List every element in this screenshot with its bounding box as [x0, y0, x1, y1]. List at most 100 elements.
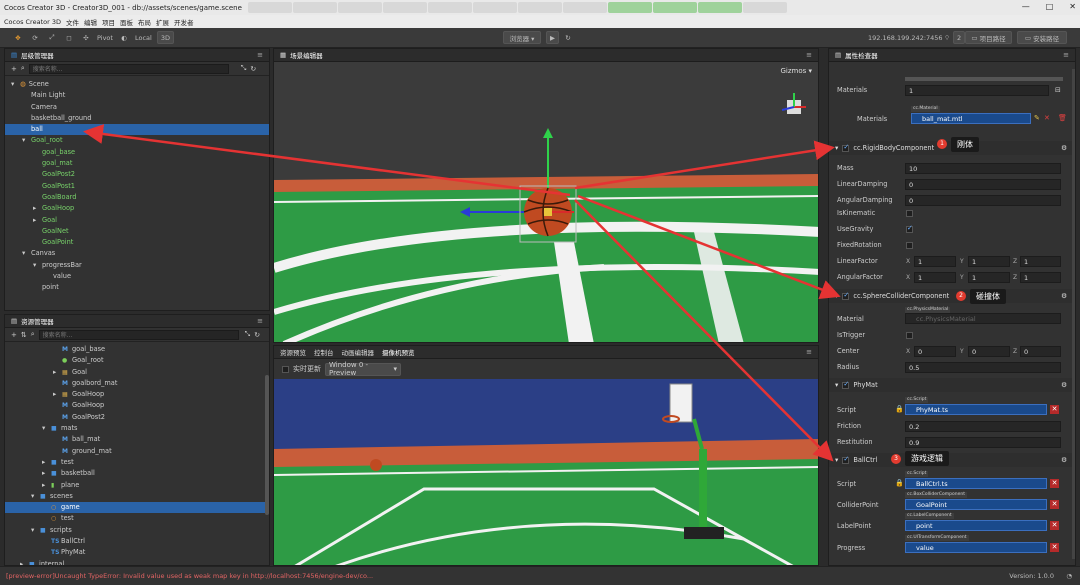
- gear-icon[interactable]: ⚙: [1061, 381, 1067, 389]
- angularfactor-y[interactable]: 1: [968, 272, 1010, 283]
- tree-node-row[interactable]: basketball_ground: [5, 113, 269, 124]
- rotate-tool-icon[interactable]: ⟳: [29, 31, 41, 44]
- istrigger-checkbox[interactable]: [906, 332, 913, 339]
- asset-item-row[interactable]: ○ game: [5, 502, 269, 514]
- asset-item-row[interactable]: TS PhyMat: [5, 547, 269, 558]
- local-toggle[interactable]: Local: [135, 34, 152, 42]
- asset-item-row[interactable]: ▾ ■ mats: [5, 423, 269, 434]
- assets-scrollbar[interactable]: [265, 375, 269, 515]
- asset-item-row[interactable]: M GoalHoop: [5, 400, 269, 411]
- center-x[interactable]: 0: [914, 346, 956, 357]
- angularfactor-x[interactable]: 1: [914, 272, 956, 283]
- notification-icon[interactable]: ◔: [1066, 572, 1072, 580]
- refresh-icon[interactable]: ↻: [250, 65, 256, 73]
- scale-tool-icon[interactable]: ⤢: [46, 31, 58, 44]
- tree-arrow-icon[interactable]: ▾: [42, 423, 51, 434]
- tree-node-row[interactable]: value: [5, 271, 269, 282]
- remove-icon[interactable]: ✕: [1050, 500, 1059, 509]
- close-button[interactable]: ✕: [1069, 2, 1076, 11]
- remove-icon[interactable]: ✕: [1044, 114, 1050, 122]
- collapse-icon[interactable]: ⤡: [241, 64, 247, 73]
- panel-menu-icon[interactable]: ≡: [806, 348, 812, 356]
- project-path-button[interactable]: ▭ 项目路径: [965, 31, 1012, 44]
- minimize-button[interactable]: —: [1022, 2, 1030, 11]
- pivot-toggle[interactable]: Pivot: [97, 34, 113, 42]
- panel-menu-icon[interactable]: ≡: [257, 51, 263, 59]
- physics-material-field[interactable]: cc.PhysicsMaterial: [905, 313, 1061, 324]
- tree-arrow-icon[interactable]: ▾: [33, 260, 42, 271]
- chevron-down-icon[interactable]: ▾: [835, 381, 838, 389]
- tree-arrow-icon[interactable]: ▾: [31, 525, 40, 536]
- asset-item-row[interactable]: ▸ ■ internal: [5, 559, 269, 565]
- menu-developer[interactable]: 开发者: [174, 17, 194, 27]
- collapse-icon[interactable]: ⤡: [245, 330, 251, 339]
- menu-layout[interactable]: 布局: [138, 17, 151, 27]
- tree-node-row[interactable]: Camera: [5, 102, 269, 113]
- progress-field[interactable]: value: [905, 542, 1047, 553]
- tab-camera-preview[interactable]: 摄像机预览: [382, 347, 415, 357]
- asset-item-row[interactable]: Mball_mat: [5, 434, 269, 445]
- pivot-icon[interactable]: ✣: [80, 31, 92, 44]
- play-icon[interactable]: ▶: [546, 31, 559, 44]
- refresh-icon[interactable]: ↻: [254, 331, 260, 339]
- tree-node-row[interactable]: ▾ ◍ Scene: [5, 79, 269, 90]
- tab-placeholder[interactable]: [337, 2, 382, 13]
- restitution-field[interactable]: 0.9: [905, 437, 1061, 448]
- remove-icon[interactable]: ✕: [1050, 543, 1059, 552]
- tree-node-row[interactable]: ▸ GoalHoop: [5, 203, 269, 214]
- radius-field[interactable]: 0.5: [905, 362, 1061, 373]
- remove-icon[interactable]: ✕: [1050, 479, 1059, 488]
- angularfactor-z[interactable]: 1: [1020, 272, 1061, 283]
- tab-animation-editor[interactable]: 动画编辑器: [342, 347, 375, 357]
- gear-icon[interactable]: ⚙: [1061, 292, 1067, 300]
- list-icon[interactable]: ⊟: [1055, 86, 1061, 94]
- tab-placeholder[interactable]: [562, 2, 607, 13]
- assets-search-input[interactable]: 搜索名称...: [38, 329, 239, 340]
- menu-extension[interactable]: 扩展: [156, 17, 169, 27]
- tree-node-row[interactable]: ▾ progressBar: [5, 260, 269, 271]
- tab-placeholder[interactable]: [652, 2, 697, 13]
- chevron-down-icon[interactable]: ▾: [835, 456, 838, 464]
- asset-item-row[interactable]: Mground_mat: [5, 446, 269, 457]
- tab-placeholder[interactable]: [697, 2, 742, 13]
- materials-count-field[interactable]: 1: [905, 85, 1049, 96]
- remove-icon[interactable]: ✕: [1050, 521, 1059, 530]
- tree-arrow-icon[interactable]: ▸: [20, 559, 29, 565]
- tree-node-row[interactable]: Main Light: [5, 90, 269, 101]
- tree-arrow-icon[interactable]: ▾: [11, 79, 20, 90]
- sort-icon[interactable]: ⇅: [21, 331, 27, 339]
- chevron-down-icon[interactable]: ▾: [835, 144, 838, 152]
- hierarchy-search-input[interactable]: 搜索名称...: [28, 63, 229, 74]
- linearfactor-x[interactable]: 1: [914, 256, 956, 267]
- material-field[interactable]: ball_mat.mtl: [911, 113, 1031, 124]
- menu-edit[interactable]: 编辑: [84, 17, 97, 27]
- tab-placeholder[interactable]: [247, 2, 292, 13]
- tree-node-row[interactable]: ▸ Goal: [5, 215, 269, 226]
- asset-item-row[interactable]: ● Goal_root: [5, 355, 269, 366]
- add-icon[interactable]: +: [11, 65, 17, 73]
- tree-arrow-icon[interactable]: ▸: [42, 468, 51, 479]
- fixedrotation-checkbox[interactable]: [906, 242, 913, 249]
- rect-tool-icon[interactable]: ◻: [63, 31, 75, 44]
- mode-3d-button[interactable]: 3D: [156, 31, 174, 44]
- tree-node-row[interactable]: ball: [5, 124, 269, 136]
- asset-item-row[interactable]: ▾ ■ scripts: [5, 525, 269, 536]
- tree-arrow-icon[interactable]: ▾: [22, 135, 31, 146]
- tab-placeholder[interactable]: [382, 2, 427, 13]
- move-tool-icon[interactable]: ✥: [12, 31, 24, 44]
- tree-arrow-icon[interactable]: ▸: [53, 389, 62, 400]
- tree-node-row[interactable]: GoalBoard: [5, 192, 269, 203]
- colliderpoint-field[interactable]: GoalPoint: [905, 499, 1047, 510]
- install-path-button[interactable]: ▭ 安装路径: [1017, 31, 1067, 44]
- ballctrl-script-field[interactable]: BallCtrl.ts: [905, 478, 1047, 489]
- tree-arrow-icon[interactable]: ▾: [31, 491, 40, 502]
- realtime-checkbox[interactable]: [282, 365, 289, 373]
- maximize-button[interactable]: □: [1046, 2, 1054, 11]
- gear-icon[interactable]: ⚙: [1061, 144, 1067, 152]
- spherecollider-component-header[interactable]: ▾ cc.SphereColliderComponent ⚙: [829, 289, 1075, 303]
- tree-node-row[interactable]: ▾ Goal_root: [5, 135, 269, 146]
- spherecollider-enabled-checkbox[interactable]: [842, 291, 850, 300]
- linearfactor-z[interactable]: 1: [1020, 256, 1061, 267]
- ballctrl-component-header[interactable]: ▾ BallCtrl ⚙: [829, 453, 1075, 467]
- asset-item-row[interactable]: M GoalPost2: [5, 412, 269, 423]
